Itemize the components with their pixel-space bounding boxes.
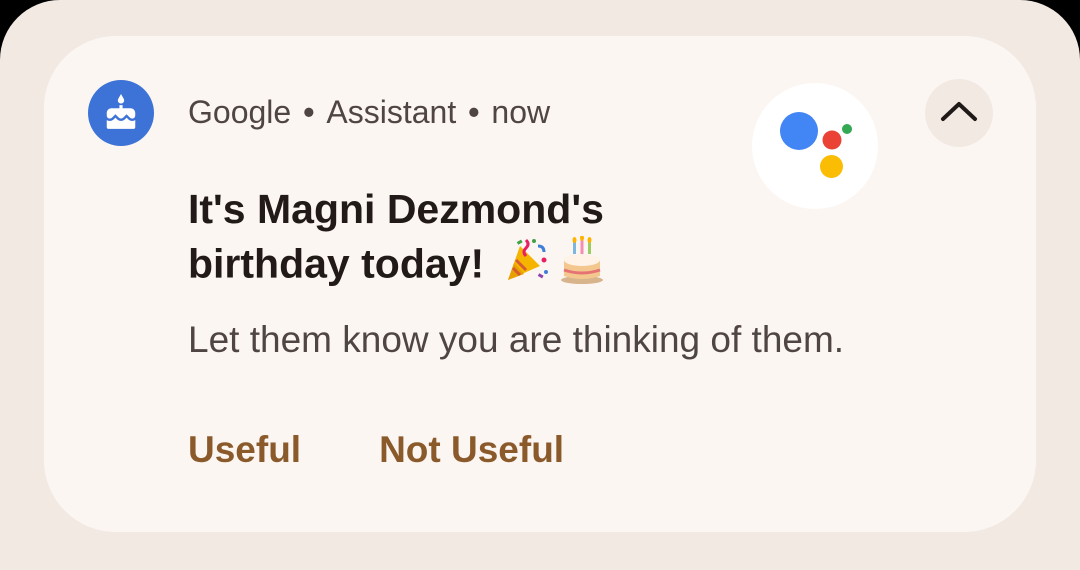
notification-title: It's Magni Dezmond's birthday today!	[188, 182, 708, 297]
chevron-up-icon	[939, 99, 979, 128]
birthday-cake-emoji-icon	[560, 235, 604, 297]
collapse-button[interactable]	[925, 79, 993, 147]
notification-actions: Useful Not Useful	[188, 426, 564, 474]
birthday-cake-icon	[88, 80, 154, 146]
notification-body: Let them know you are thinking of them.	[188, 319, 845, 360]
notification-shade: Google • Assistant • now It's Magni Dezmond'…	[0, 0, 1080, 570]
useful-button[interactable]: Useful	[188, 426, 301, 474]
notification-time: now	[491, 94, 551, 130]
notification-header: Google • Assistant • now	[188, 92, 550, 132]
google-assistant-logo-icon	[752, 83, 878, 209]
header-separator: •	[468, 94, 480, 130]
header-separator: •	[303, 94, 315, 130]
not-useful-button[interactable]: Not Useful	[379, 426, 564, 474]
notification-source: Assistant	[326, 94, 457, 130]
party-popper-icon	[502, 236, 550, 297]
app-name: Google	[188, 94, 292, 130]
